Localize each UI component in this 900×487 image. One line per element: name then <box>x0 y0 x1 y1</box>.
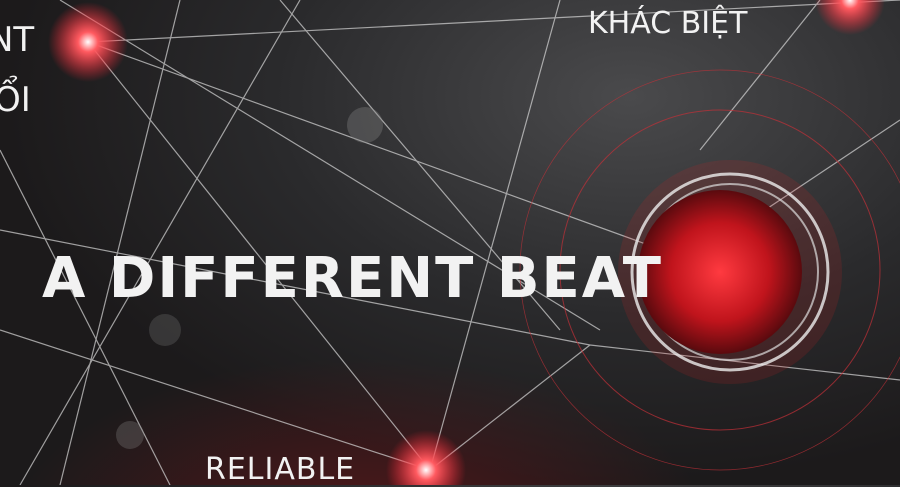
light-node <box>386 430 466 485</box>
light-node <box>48 2 128 82</box>
text-fragment: RELIABLE <box>205 452 356 487</box>
text-fragment: KHÁC BIỆT <box>588 6 748 41</box>
bokeh-dot <box>149 314 181 346</box>
text-fragment: NT <box>0 20 35 60</box>
headline: A DIFFERENT BEAT <box>42 246 663 311</box>
network-graphic <box>0 0 900 485</box>
bokeh-dot <box>116 421 144 449</box>
bokeh-dot <box>347 107 383 143</box>
light-node <box>815 0 885 35</box>
text-fragment: ỔI <box>0 80 31 120</box>
